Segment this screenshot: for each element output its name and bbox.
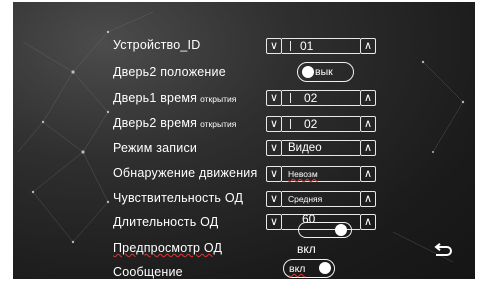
chevron-down-icon: ∨ — [269, 117, 279, 130]
motion-sensitivity-value: Средняя — [288, 194, 323, 204]
motion-sensitivity-value-box: Средняя — [282, 191, 360, 207]
motion-preview-label-text: Предпросмотр ОД — [113, 241, 223, 255]
chevron-down-icon: ∨ — [269, 141, 279, 154]
door2-open-time-increase-button[interactable]: ∧ — [360, 116, 376, 132]
chevron-down-icon: ∨ — [269, 215, 279, 228]
back-button[interactable] — [430, 238, 456, 264]
door1-open-time-value: 02 — [304, 91, 318, 105]
recording-mode-label: Режим записи — [113, 140, 197, 156]
door2-open-time-label-small: открытия — [200, 119, 237, 129]
motion-detection-label: Обнаружение движения — [113, 165, 257, 181]
toggle-knob — [319, 262, 331, 274]
chevron-up-icon: ∧ — [363, 39, 373, 52]
door1-open-time-spinner: ∨ 02 ∧ — [266, 90, 376, 106]
recording-mode-value: Видео — [288, 142, 322, 154]
recording-mode-label-text: Режим записи — [113, 141, 198, 155]
chevron-up-icon: ∧ — [363, 215, 373, 228]
device-id-value: 01 — [300, 39, 314, 53]
door2-open-time-spinner: ∨ 02 ∧ — [266, 116, 376, 132]
door2-open-time-label: Дверь2 время открытия — [113, 115, 236, 132]
chevron-up-icon: ∧ — [363, 117, 373, 130]
motion-preview-label: Предпросмотр ОД — [113, 240, 222, 256]
door1-open-time-increase-button[interactable]: ∧ — [360, 90, 376, 106]
chevron-down-icon: ∨ — [269, 192, 279, 205]
motion-duration-decrease-button[interactable]: ∨ — [266, 214, 282, 230]
device-id-spinner: ∨ 01 ∧ — [266, 38, 376, 54]
motion-detection-label-text: Обнаружение движения — [113, 166, 258, 180]
motion-duration-label: Длительность ОД — [113, 214, 218, 230]
settings-screen: Устройство_ID ∨ 01 ∧ Дверь2 положение вы… — [0, 0, 478, 283]
door2-position-value: вык — [315, 65, 333, 78]
door1-open-time-decrease-button[interactable]: ∨ — [266, 90, 282, 106]
recording-mode-spinner: ∨ Видео ∧ — [266, 140, 376, 156]
motion-detection-value-box: Невозм — [282, 166, 360, 182]
background-panel — [13, 2, 475, 279]
door2-open-time-label-text: Дверь2 время — [113, 116, 198, 130]
door1-open-time-label: Дверь1 время открытия — [113, 90, 236, 107]
device-id-decrease-button[interactable]: ∨ — [266, 38, 282, 54]
chevron-up-icon: ∧ — [363, 192, 373, 205]
message-label-text: Сообщение — [113, 265, 183, 279]
message-value: вкл — [289, 263, 306, 275]
door1-open-time-label-text: Дверь1 время — [113, 91, 198, 105]
motion-detection-decrease-button[interactable]: ∨ — [266, 166, 282, 182]
motion-detection-spinner: ∨ Невозм ∧ — [266, 166, 376, 182]
motion-sensitivity-label-text: Чувствительность ОД — [113, 191, 244, 205]
chevron-down-icon: ∨ — [269, 39, 279, 52]
motion-sensitivity-spinner: ∨ Средняя ∧ — [266, 191, 376, 207]
return-arrow-icon — [434, 243, 452, 256]
door1-open-time-value-box: 02 — [282, 90, 360, 106]
door2-position-label-text: Дверь2 положение — [113, 65, 226, 79]
motion-duration-label-text: Длительность ОД — [113, 215, 219, 229]
motion-sensitivity-increase-button[interactable]: ∧ — [360, 191, 376, 207]
chevron-down-icon: ∨ — [269, 91, 279, 104]
device-id-label-text: Устройство_ID — [113, 38, 201, 52]
device-id-label: Устройство_ID — [113, 37, 200, 53]
spinner-divider — [290, 93, 291, 103]
chevron-up-icon: ∧ — [363, 141, 373, 154]
spinner-divider — [290, 119, 291, 129]
motion-duration-increase-button[interactable]: ∧ — [360, 214, 376, 230]
motion-detection-value: Невозм — [288, 169, 318, 179]
network-pattern-decoration — [17, 11, 465, 263]
motion-sensitivity-decrease-button[interactable]: ∨ — [266, 191, 282, 207]
door1-open-time-label-small: открытия — [200, 94, 237, 104]
recording-mode-decrease-button[interactable]: ∨ — [266, 140, 282, 156]
door2-open-time-decrease-button[interactable]: ∨ — [266, 116, 282, 132]
toggle-knob — [302, 65, 314, 78]
door2-position-toggle[interactable]: вык — [297, 62, 354, 82]
message-toggle[interactable]: вкл — [283, 259, 335, 278]
door2-open-time-value: 02 — [304, 117, 318, 131]
motion-detection-increase-button[interactable]: ∧ — [360, 166, 376, 182]
chevron-up-icon: ∧ — [363, 167, 373, 180]
spinner-divider — [290, 41, 291, 51]
recording-mode-value-box: Видео — [282, 140, 360, 156]
device-id-increase-button[interactable]: ∧ — [360, 38, 376, 54]
chevron-down-icon: ∨ — [269, 167, 279, 180]
message-label: Сообщение — [113, 264, 183, 280]
recording-mode-increase-button[interactable]: ∧ — [360, 140, 376, 156]
chevron-up-icon: ∧ — [363, 91, 373, 104]
motion-preview-value[interactable]: вкл — [297, 242, 316, 256]
motion-duration-toggle[interactable] — [298, 222, 352, 238]
motion-sensitivity-label: Чувствительность ОД — [113, 190, 243, 206]
toggle-knob — [335, 223, 347, 236]
door2-position-label: Дверь2 положение — [113, 64, 226, 80]
device-id-value-box: 01 — [282, 38, 360, 54]
door2-open-time-value-box: 02 — [282, 116, 360, 132]
